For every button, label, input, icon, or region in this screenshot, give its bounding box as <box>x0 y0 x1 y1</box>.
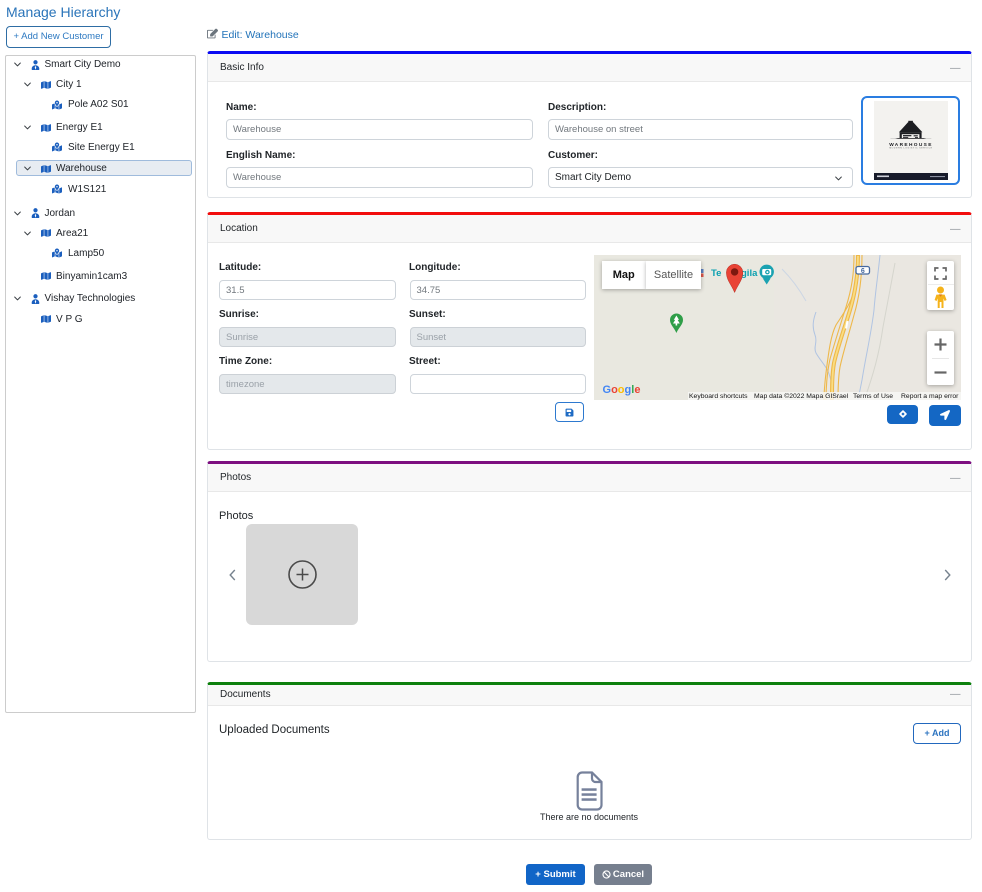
svg-text:6: 6 <box>861 268 865 275</box>
svg-text:gila: gila <box>741 268 758 279</box>
svg-text:MODERN LOGISTIC SERVICE: MODERN LOGISTIC SERVICE <box>889 148 932 150</box>
svg-text:Te: Te <box>711 268 721 279</box>
